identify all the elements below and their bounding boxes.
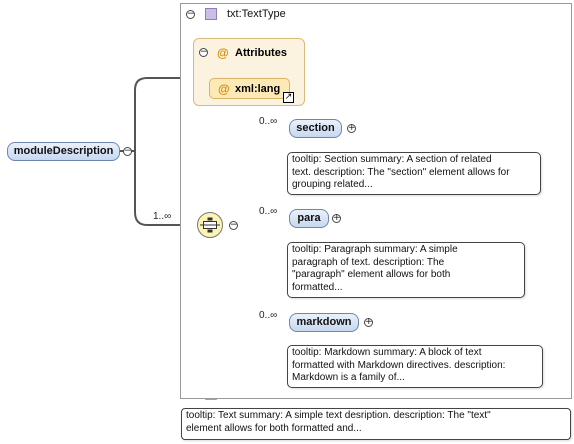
tooltip-line: paragraph of text. description: The [292,256,445,268]
tooltip-line: tooltip: Paragraph summary: A simple [292,244,458,255]
tooltip-line: tooltip: Section summary: A section of r… [292,154,492,165]
element-para[interactable]: para [289,209,329,228]
sequence-compositor[interactable] [197,212,223,238]
attribute-group-icon: @ [217,46,229,60]
collapse-attributes-icon[interactable]: − [199,48,208,57]
tooltip-line: Markdown is a family of... [292,372,405,383]
tooltip-line: tooltip: Text summary: A simple text des… [186,410,491,421]
tooltip-line: tooltip: Markdown summary: A block of te… [292,347,482,358]
para-tooltip: tooltip: Paragraph summary: A simple par… [287,242,525,298]
element-section[interactable]: section [289,119,342,138]
reference-arrow-icon: ↗ [283,92,294,103]
markdown-tooltip: tooltip: Markdown summary: A block of te… [287,345,543,388]
type-title: txt:TextType [227,8,286,20]
tooltip-line: grouping related... [292,179,373,190]
complex-type-icon [205,8,217,20]
sequence-icon [200,217,220,233]
tooltip-line: formatted... [292,281,343,293]
sequence-occurrence: 1..∞ [153,211,172,222]
expand-section-icon[interactable]: + [347,124,356,133]
markdown-occurrence: 0..∞ [259,310,278,321]
attributes-title: Attributes [235,47,287,59]
section-tooltip: tooltip: Section summary: A section of r… [287,152,541,195]
tooltip-line: element allows for both formatted and... [186,422,362,434]
collapse-type-icon[interactable]: − [186,10,195,19]
collapse-root-icon[interactable]: − [123,147,132,156]
expand-markdown-icon[interactable]: + [364,318,373,327]
section-occurrence: 0..∞ [259,116,278,127]
attribute-label: xml:lang [235,83,281,95]
element-markdown[interactable]: markdown [289,313,359,332]
tooltip-line: formatted with Markdown directives. desc… [292,359,506,371]
tooltip-line: text. description: The "section" element… [292,166,510,178]
element-moduleDescription[interactable]: moduleDescription [7,142,120,161]
attribute-icon: @ [218,82,230,96]
collapse-sequence-icon[interactable]: − [229,221,238,230]
expand-para-icon[interactable]: + [332,214,341,223]
tooltip-line: "paragraph" element allows for both [292,269,451,280]
type-tooltip: tooltip: Text summary: A simple text des… [181,408,571,440]
para-occurrence: 0..∞ [259,206,278,217]
